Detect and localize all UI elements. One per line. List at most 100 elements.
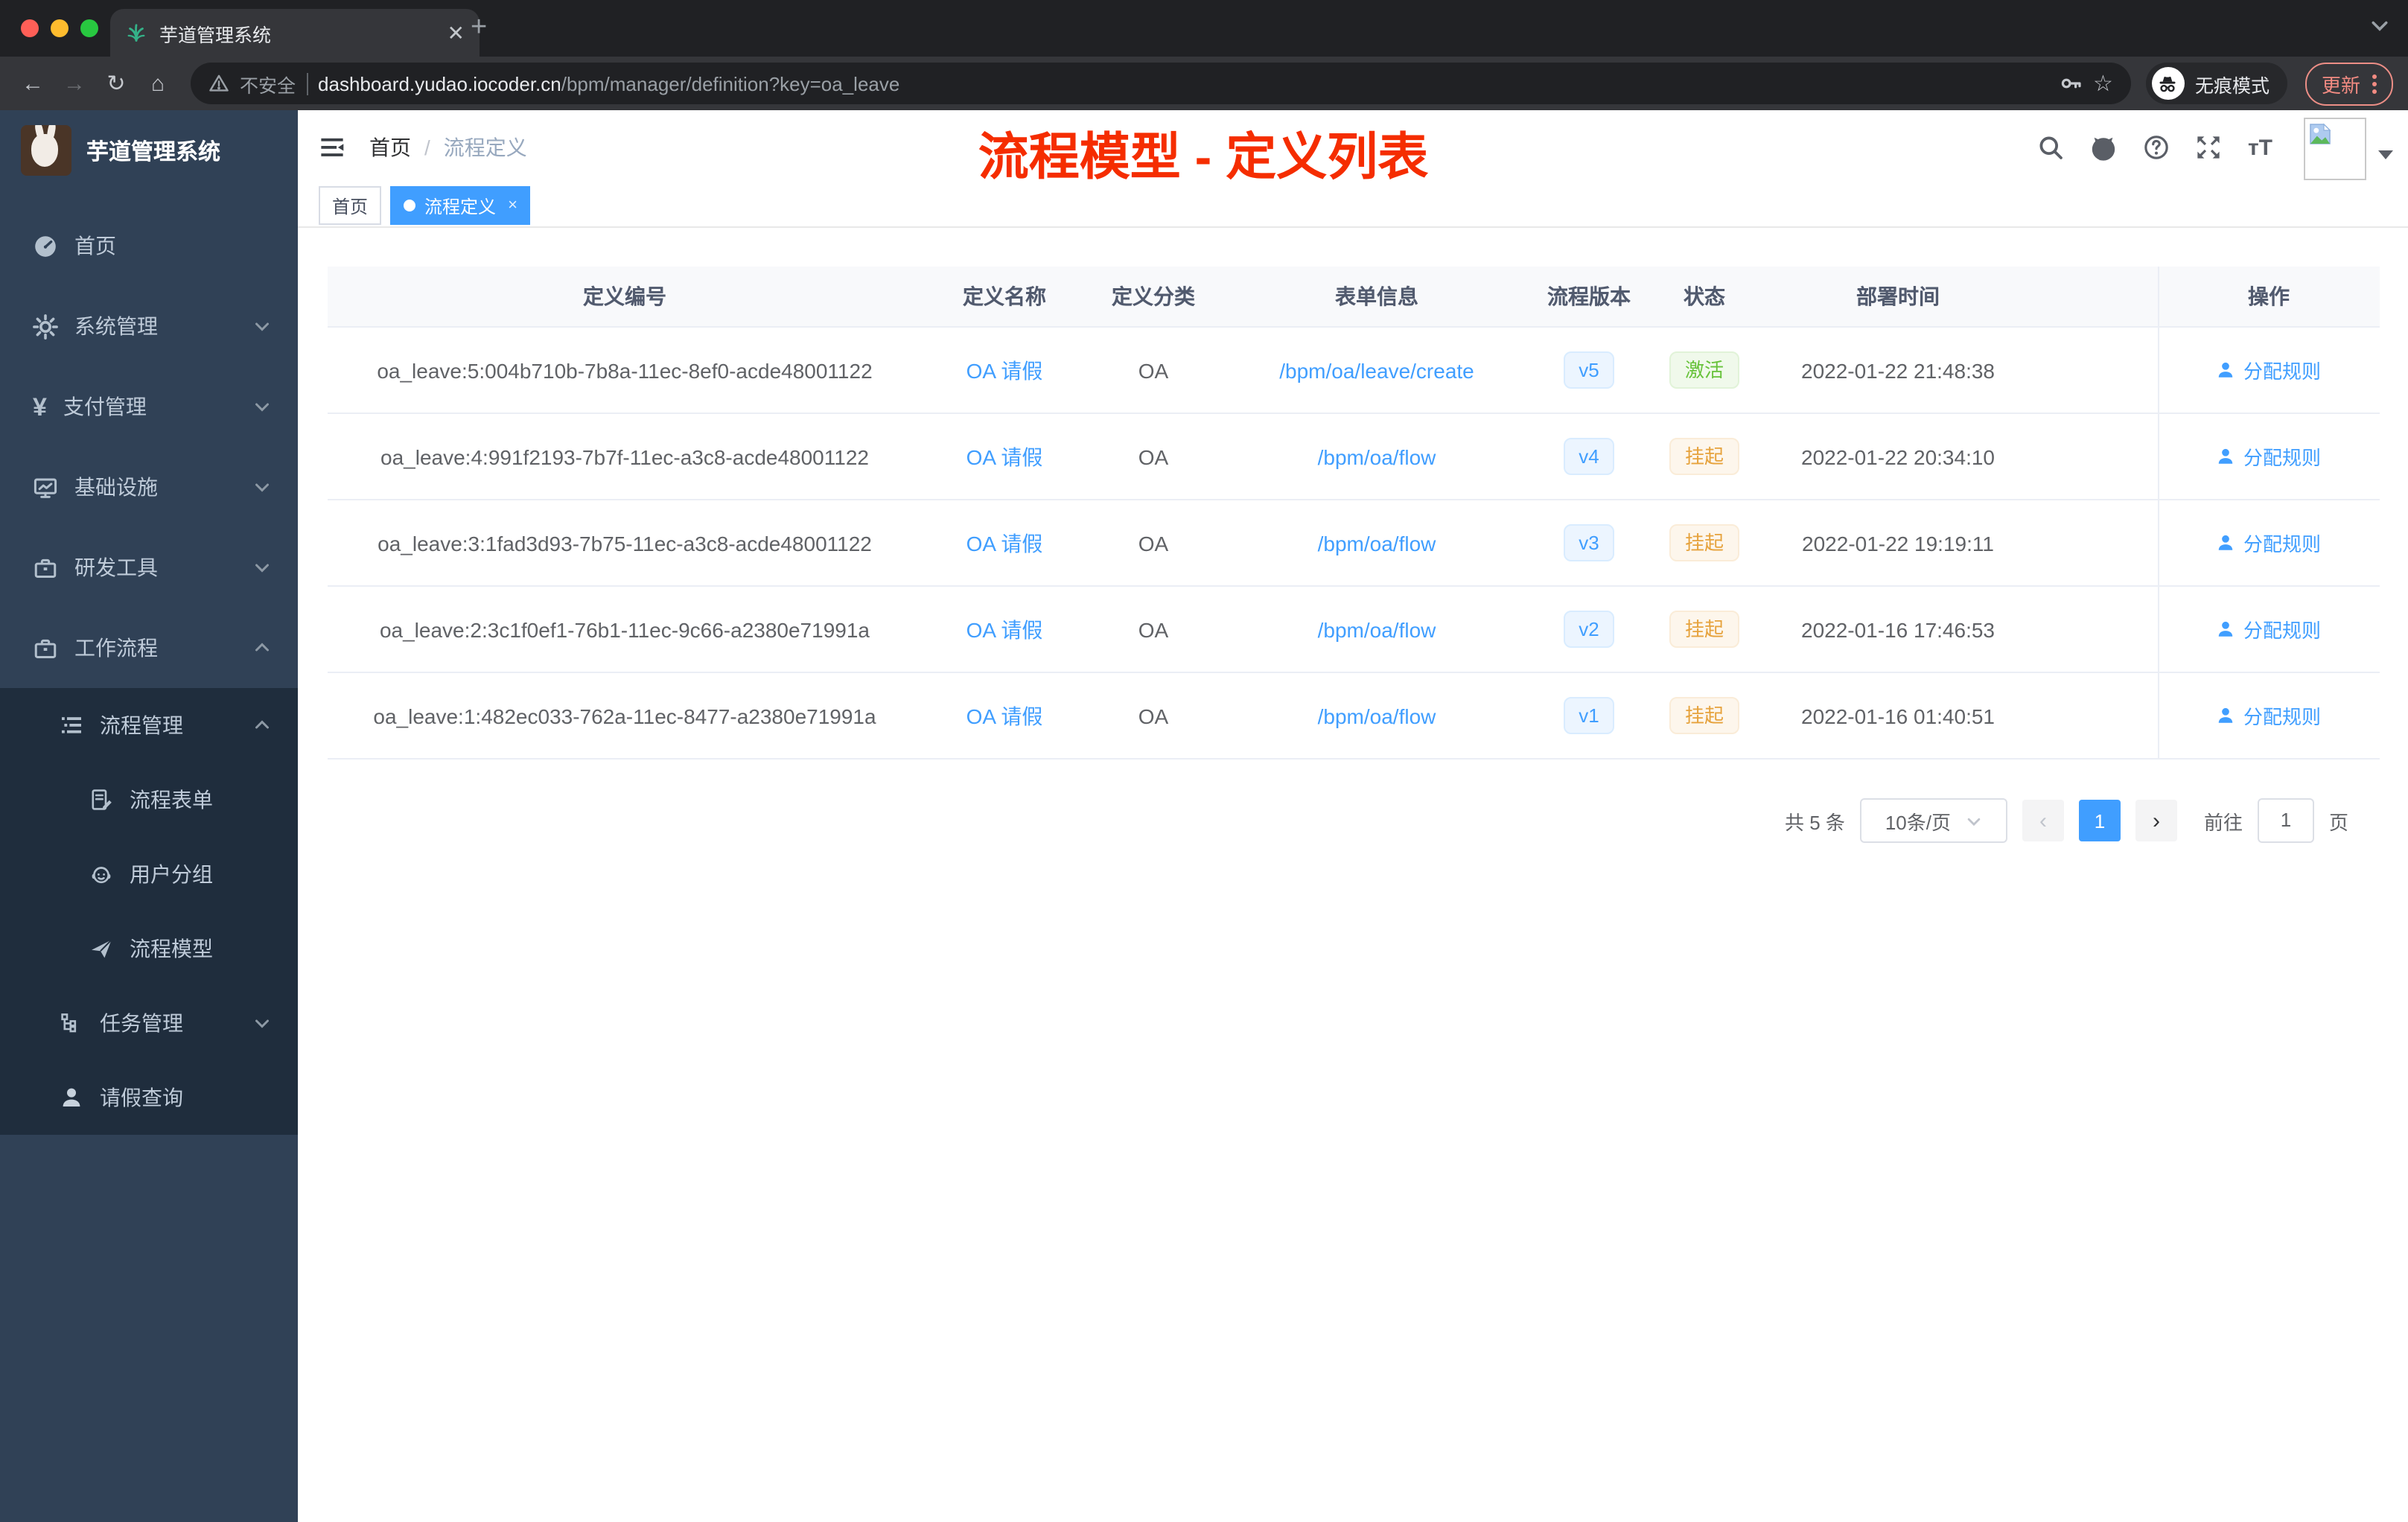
bookmark-star-icon[interactable]: ☆ [2093, 70, 2113, 97]
url-text[interactable]: dashboard.yudao.iocoder.cn/bpm/manager/d… [318, 72, 899, 95]
assign-rule-link[interactable]: 分配规则 [2217, 356, 2321, 384]
assign-rule-link[interactable]: 分配规则 [2217, 442, 2321, 471]
sidebar-item-user-group[interactable]: 用户分组 [0, 837, 298, 911]
form-link[interactable]: /bpm/oa/flow [1318, 531, 1436, 555]
goto-label: 前往 [2203, 811, 2243, 833]
navbar-actions: тT [2038, 110, 2393, 185]
monitor-icon [33, 474, 58, 500]
fullscreen-icon[interactable] [2196, 134, 2223, 161]
next-page-button[interactable]: › [2135, 800, 2177, 841]
assign-rule-label: 分配规则 [2243, 533, 2321, 555]
col-header-form: 表单信息 [1335, 284, 1418, 308]
version-badge: v1 [1564, 697, 1614, 734]
help-icon[interactable] [2144, 134, 2170, 161]
sidebar-item-devtools[interactable]: 研发工具 [0, 527, 298, 608]
sidebar-item-infra[interactable]: 基础设施 [0, 447, 298, 527]
definition-name-link[interactable]: OA 请假 [966, 445, 1043, 468]
update-button[interactable]: 更新 [2305, 62, 2393, 105]
definition-table: 定义编号 定义名称 定义分类 表单信息 流程版本 状态 部署时间 操作 oa_l… [327, 267, 2379, 760]
fold-sidebar-icon[interactable] [319, 134, 345, 161]
reload-icon[interactable]: ↻ [98, 70, 134, 97]
tab-close-icon[interactable]: ✕ [447, 20, 465, 45]
sidebar-item-task-mgmt[interactable]: 任务管理 [0, 986, 298, 1060]
sidebar-item-workflow[interactable]: 工作流程 [0, 608, 298, 688]
sidebar-item-label: 流程表单 [130, 788, 213, 812]
sidebar-item-home[interactable]: 首页 [0, 206, 298, 286]
chevron-up-icon [253, 639, 271, 657]
definition-name-link[interactable]: OA 请假 [966, 704, 1043, 727]
logo-avatar [21, 125, 71, 176]
chevron-down-icon[interactable] [2369, 15, 2390, 36]
dashboard-icon [33, 233, 58, 258]
browser-tab[interactable]: 芋道管理系统 ✕ [110, 9, 480, 57]
assign-rule-link[interactable]: 分配规则 [2217, 529, 2321, 557]
forward-icon[interactable]: → [57, 71, 92, 96]
close-window-button[interactable] [21, 19, 39, 37]
toolbox-icon [33, 555, 58, 580]
prev-page-button[interactable]: ‹ [2022, 800, 2064, 841]
github-icon[interactable] [2090, 133, 2118, 162]
security-label[interactable]: 不安全 [240, 69, 296, 98]
goto-page-input[interactable]: 1 [2257, 798, 2314, 843]
zoom-window-button[interactable] [80, 19, 98, 37]
tag-process-definition[interactable]: 流程定义 × [390, 186, 531, 225]
page-number-1[interactable]: 1 [2078, 800, 2121, 841]
page-size-select[interactable]: 10条/页 [1859, 798, 2007, 843]
chevron-down-icon [253, 558, 271, 576]
url-path: /bpm/manager/definition?key=oa_leave [561, 72, 900, 95]
robot-face-icon [89, 862, 113, 886]
definition-name-link[interactable]: OA 请假 [966, 617, 1043, 641]
sidebar-logo[interactable]: 芋道管理系统 [0, 110, 298, 188]
col-header-name: 定义名称 [963, 284, 1046, 308]
form-link[interactable]: /bpm/oa/leave/create [1279, 358, 1474, 382]
home-icon[interactable]: ⌂ [140, 71, 176, 96]
assign-rule-link[interactable]: 分配规则 [2217, 615, 2321, 643]
tab-title: 芋道管理系统 [159, 25, 272, 45]
form-link[interactable]: /bpm/oa/flow [1318, 704, 1436, 727]
sidebar-item-process-model[interactable]: 流程模型 [0, 911, 298, 986]
sidebar-item-process-mgmt[interactable]: 流程管理 [0, 688, 298, 762]
col-header-status: 状态 [1684, 284, 1725, 308]
sidebar-item-label: 任务管理 [100, 1011, 183, 1035]
definition-name-link[interactable]: OA 请假 [966, 358, 1043, 382]
user-avatar[interactable] [2304, 115, 2393, 180]
definition-category: OA [1138, 445, 1169, 468]
breadcrumb: 首页 / 流程定义 [369, 133, 527, 162]
form-link[interactable]: /bpm/oa/flow [1318, 445, 1436, 468]
close-icon[interactable]: × [508, 197, 517, 214]
breadcrumb-home[interactable]: 首页 [369, 133, 411, 162]
workflow-submenu: 流程管理 流程表单 用户分组 流程模型 任务管理 请假查询 [0, 688, 298, 1135]
version-badge: v5 [1564, 351, 1614, 389]
deploy-time: 2022-01-16 17:46:53 [1801, 617, 1995, 641]
sidebar-item-system[interactable]: 系统管理 [0, 286, 298, 366]
chevron-down-icon [253, 478, 271, 496]
definition-id: oa_leave:3:1fad3d93-7b75-11ec-a3c8-acde4… [378, 531, 872, 555]
chevron-down-icon [253, 398, 271, 415]
definition-name-link[interactable]: OA 请假 [966, 531, 1043, 555]
menu-dots-icon[interactable] [2372, 74, 2377, 93]
form-link[interactable]: /bpm/oa/flow [1318, 617, 1436, 641]
table-row: oa_leave:1:482ec033-762a-11ec-8477-a2380… [327, 673, 2379, 760]
table-header: 定义编号 定义名称 定义分类 表单信息 流程版本 状态 部署时间 操作 [327, 267, 2379, 328]
minimize-window-button[interactable] [51, 19, 69, 37]
assign-rule-link[interactable]: 分配规则 [2217, 701, 2321, 730]
key-icon[interactable] [2059, 71, 2083, 95]
window-controls [21, 19, 98, 37]
status-badge: 挂起 [1669, 697, 1739, 734]
sidebar-item-leave-query[interactable]: 请假查询 [0, 1060, 298, 1135]
favicon-leaf-icon [125, 22, 147, 44]
sidebar-item-payment[interactable]: ¥ 支付管理 [0, 366, 298, 447]
col-header-deploy-time: 部署时间 [1856, 284, 1940, 308]
sidebar-item-label: 用户分组 [130, 862, 213, 886]
chevron-down-icon [253, 317, 271, 335]
tag-home[interactable]: 首页 [319, 186, 382, 225]
search-icon[interactable] [2038, 134, 2065, 161]
new-tab-button[interactable]: + [471, 12, 487, 45]
person-icon [2219, 535, 2234, 550]
back-icon[interactable]: ← [15, 71, 51, 96]
table-row: oa_leave:2:3c1f0ef1-76b1-11ec-9c66-a2380… [327, 587, 2379, 673]
sidebar-item-process-form[interactable]: 流程表单 [0, 762, 298, 837]
address-bar[interactable]: 不安全 dashboard.yudao.iocoder.cn/bpm/manag… [191, 63, 2131, 104]
person-icon [2219, 448, 2234, 464]
font-size-icon[interactable]: тT [2248, 135, 2272, 160]
